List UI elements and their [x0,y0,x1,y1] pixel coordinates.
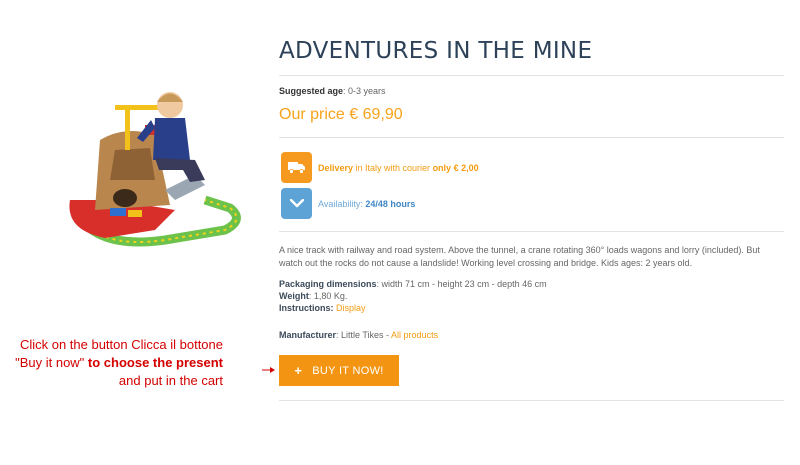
instructions: Instructions: Display [279,302,547,314]
product-specs: Packaging dimensions: width 71 cm - heig… [279,278,547,314]
all-products-link[interactable]: All products [391,330,438,340]
availability-label: Availability: [318,198,366,209]
divider [279,400,784,401]
age-value: : 0-3 years [343,86,386,96]
arrow-icon [262,367,275,373]
weight-value: : 1,80 Kg. [308,291,348,301]
instructions-label: Instructions: [279,303,334,313]
age-label: Suggested age [279,86,344,96]
callout-text-end: and put in the cart [118,373,223,388]
weight: Weight: 1,80 Kg. [279,290,547,302]
truck-icon [281,152,312,183]
delivery-row: Delivery in Italy with courier only € 2,… [281,152,479,183]
divider [279,231,784,232]
delivery-cost: only € 2,00 [432,162,479,173]
availability-value: 24/48 hours [365,198,416,209]
instruction-callout: Click on the button Clicca il bottone "B… [10,336,223,390]
manufacturer-value: : Little Tikes - [336,330,392,340]
instructions-display-link[interactable]: Display [336,303,366,313]
weight-label: Weight [279,291,309,301]
callout-bold: to choose the present [87,355,223,370]
packaging-label: Packaging dimensions [279,279,377,289]
product-description: A nice track with railway and road syste… [279,245,760,268]
manufacturer: Manufacturer: Little Tikes - All product… [279,330,438,340]
product-title: ADVENTURES IN THE MINE [279,38,593,64]
buy-it-now-button[interactable]: + BUY IT NOW! [279,355,399,386]
delivery-text: in Italy with courier [353,162,433,173]
delivery-info: Delivery in Italy with courier only € 2,… [318,163,479,173]
plus-icon: + [294,363,303,378]
divider [279,137,784,138]
delivery-highlight: Delivery [318,162,354,173]
divider [279,75,784,76]
chevron-down-icon [281,188,312,219]
availability-info: Availability: 24/48 hours [318,199,415,209]
packaging-value: : width 71 cm - height 23 cm - depth 46 … [376,279,547,289]
buy-button-label: BUY IT NOW! [312,364,384,377]
availability-row: Availability: 24/48 hours [281,188,415,219]
manufacturer-label: Manufacturer [279,330,337,340]
packaging-dimensions: Packaging dimensions: width 71 cm - heig… [279,278,547,290]
product-price: Our price € 69,90 [279,106,403,123]
product-image [69,92,241,247]
suggested-age: Suggested age: 0-3 years [279,86,386,96]
